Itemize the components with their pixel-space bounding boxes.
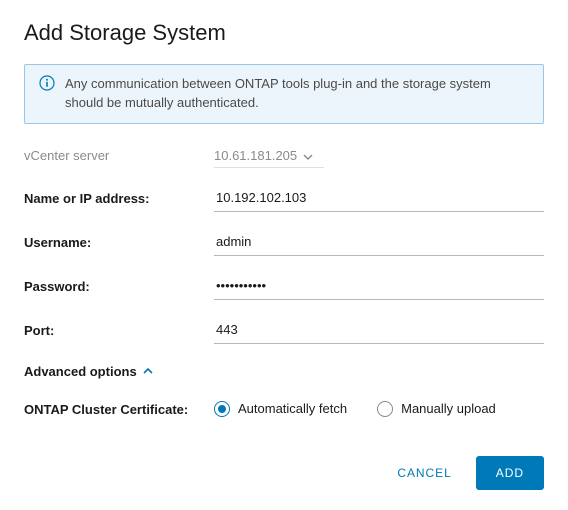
port-label: Port:	[24, 323, 214, 338]
info-banner: Any communication between ONTAP tools pl…	[24, 64, 544, 124]
name-row: Name or IP address:	[24, 186, 544, 212]
port-input[interactable]	[214, 318, 544, 344]
radio-icon	[214, 401, 230, 417]
password-input[interactable]	[214, 274, 544, 300]
username-label: Username:	[24, 235, 214, 250]
name-label: Name or IP address:	[24, 191, 214, 206]
add-button[interactable]: Add	[476, 456, 544, 490]
chevron-up-icon	[143, 368, 153, 374]
radio-auto-label: Automatically fetch	[238, 401, 347, 416]
dialog-title: Add Storage System	[24, 20, 544, 46]
vcenter-value: 10.61.181.205	[214, 148, 297, 163]
vcenter-row: vCenter server 10.61.181.205	[24, 144, 544, 168]
vcenter-select: 10.61.181.205	[214, 144, 324, 168]
chevron-down-icon	[303, 148, 313, 163]
username-input[interactable]	[214, 230, 544, 256]
password-label: Password:	[24, 279, 214, 294]
certificate-radio-group: Automatically fetch Manually upload	[214, 401, 496, 417]
password-row: Password:	[24, 274, 544, 300]
info-text: Any communication between ONTAP tools pl…	[65, 75, 529, 113]
info-icon	[39, 75, 55, 91]
username-row: Username:	[24, 230, 544, 256]
radio-icon	[377, 401, 393, 417]
certificate-row: ONTAP Cluster Certificate: Automatically…	[24, 401, 544, 419]
advanced-options-label: Advanced options	[24, 364, 137, 379]
advanced-options-toggle[interactable]: Advanced options	[24, 364, 153, 379]
certificate-label: ONTAP Cluster Certificate:	[24, 401, 214, 419]
radio-manual-upload[interactable]: Manually upload	[377, 401, 496, 417]
port-row: Port:	[24, 318, 544, 344]
dialog-buttons: Cancel Add	[391, 456, 544, 490]
radio-manual-label: Manually upload	[401, 401, 496, 416]
vcenter-label: vCenter server	[24, 148, 214, 163]
name-input[interactable]	[214, 186, 544, 212]
radio-auto-fetch[interactable]: Automatically fetch	[214, 401, 347, 417]
cancel-button[interactable]: Cancel	[391, 456, 457, 490]
